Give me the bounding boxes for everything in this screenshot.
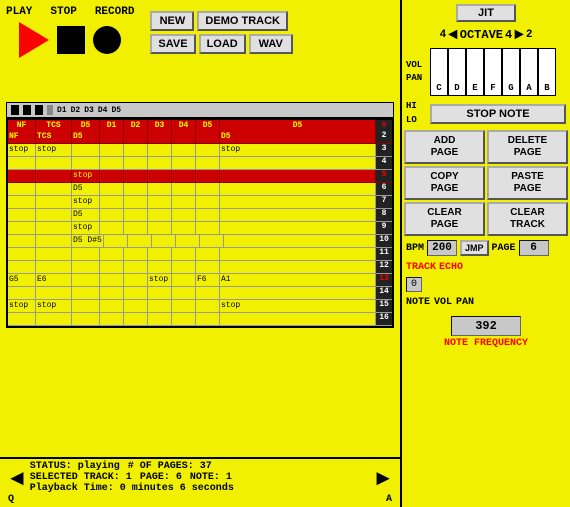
play-button[interactable]: [19, 22, 49, 58]
stop-button[interactable]: [57, 26, 85, 54]
key-a[interactable]: A: [520, 48, 538, 96]
demo-track-button[interactable]: DEMO TRACK: [197, 11, 288, 31]
hi-label: HI: [406, 100, 428, 114]
wav-button[interactable]: WAV: [249, 34, 293, 54]
octave-right-arrow[interactable]: ►: [514, 26, 524, 44]
table-row[interactable]: D5 D#5 10: [8, 235, 392, 248]
delete-page-button[interactable]: DELETEPAGE: [487, 130, 568, 164]
table-row[interactable]: 16: [8, 313, 392, 326]
save-button[interactable]: SAVE: [150, 34, 195, 54]
table-row[interactable]: 11: [8, 248, 392, 261]
clear-page-button[interactable]: CLEARPAGE: [404, 202, 485, 236]
nav-left-button[interactable]: ◄: [4, 467, 30, 489]
scroll-d2: D2: [71, 106, 81, 115]
scroll-d4: D4: [98, 106, 108, 115]
table-row[interactable]: 14: [8, 287, 392, 300]
paste-page-button[interactable]: PASTEPAGE: [487, 166, 568, 200]
note-frequency-label: NOTE FREQUENCY: [406, 338, 566, 349]
table-row[interactable]: stop 7: [8, 196, 392, 209]
frequency-display: 392: [451, 316, 521, 336]
record-button[interactable]: [93, 26, 121, 54]
clear-track-button[interactable]: CLEARTRACK: [487, 202, 568, 236]
playback-time: Playback Time: 0 minutes 6 seconds: [30, 483, 234, 494]
track-label: TRACK: [406, 262, 436, 273]
play-label: PLAY: [6, 6, 32, 18]
pan-label: PAN: [406, 72, 428, 86]
seq-row-num-header: #: [376, 120, 392, 131]
vol-label: VOL: [406, 59, 428, 73]
table-row[interactable]: stop stop stop 15: [8, 300, 392, 313]
pan-short-label: PAN: [456, 297, 474, 308]
echo-value: 0: [406, 277, 422, 292]
table-row[interactable]: 4: [8, 157, 392, 170]
table-row[interactable]: 12: [8, 261, 392, 274]
stop-label: STOP: [50, 6, 76, 18]
key-d[interactable]: D: [448, 48, 466, 96]
octave-number-left: 4: [440, 29, 447, 41]
table-row[interactable]: D5 6: [8, 183, 392, 196]
scroll-d5: D5: [111, 106, 121, 115]
page-value: 6: [519, 240, 549, 256]
key-b[interactable]: B: [538, 48, 556, 96]
key-f[interactable]: F: [484, 48, 502, 96]
seq-header-d5-1: D5: [72, 120, 100, 131]
table-row[interactable]: stop 9: [8, 222, 392, 235]
octave-left-arrow[interactable]: ◄: [448, 26, 458, 44]
nav-a-label: A: [386, 494, 392, 505]
page-label: PAGE: [492, 243, 516, 254]
seq-header-d4: D4: [172, 120, 196, 131]
seq-header-d5-2: D5: [196, 120, 220, 131]
nav-q-label: Q: [8, 494, 14, 505]
jmp-button[interactable]: JMP: [460, 240, 489, 256]
vol-short-label: VOL: [434, 297, 452, 308]
lo-label: LO: [406, 114, 428, 128]
nav-right-button[interactable]: ►: [370, 467, 396, 489]
copy-page-button[interactable]: COPYPAGE: [404, 166, 485, 200]
table-row[interactable]: G5 E6 stop F6 A1 13: [8, 274, 392, 287]
table-row[interactable]: NF TCS D5 D5 2: [8, 131, 392, 144]
table-row[interactable]: D5 8: [8, 209, 392, 222]
new-button[interactable]: NEW: [150, 11, 194, 31]
record-label: RECORD: [95, 6, 135, 18]
page-status: PAGE: 6: [140, 472, 182, 483]
add-page-button[interactable]: ADDPAGE: [404, 130, 485, 164]
octave-label: OCTAVE: [460, 28, 503, 42]
pages-count: # OF PAGES: 37: [128, 461, 212, 472]
table-row[interactable]: stop 5: [8, 170, 392, 183]
jit-button[interactable]: JIT: [456, 4, 516, 22]
stop-note-button[interactable]: STOP NOTE: [430, 104, 566, 124]
seq-header-d1: D1: [100, 120, 124, 131]
octave-value: 4: [505, 28, 512, 42]
seq-header-d5-3: D5: [220, 120, 376, 131]
key-g[interactable]: G: [502, 48, 520, 96]
note-status: NOTE: 1: [190, 472, 232, 483]
seq-header-nf: NF: [8, 120, 36, 131]
table-row[interactable]: stop stop stop 3: [8, 144, 392, 157]
key-e[interactable]: E: [466, 48, 484, 96]
octave-number-right: 2: [526, 29, 533, 41]
note-label-bottom: NOTE: [406, 297, 430, 308]
echo-label: ECHO: [439, 262, 463, 273]
scroll-d1: D1: [57, 106, 67, 115]
seq-header-d3: D3: [148, 120, 172, 131]
scroll-d3: D3: [84, 106, 94, 115]
key-c[interactable]: C: [430, 48, 448, 96]
status-text: STATUS: playing: [30, 461, 120, 472]
seq-header-d2: D2: [124, 120, 148, 131]
bpm-label: BPM: [406, 243, 424, 254]
seq-header-tcs: TCS: [36, 120, 72, 131]
selected-track: SELECTED TRACK: 1: [30, 472, 132, 483]
load-button[interactable]: LOAD: [199, 34, 246, 54]
bpm-value: 200: [427, 240, 457, 256]
